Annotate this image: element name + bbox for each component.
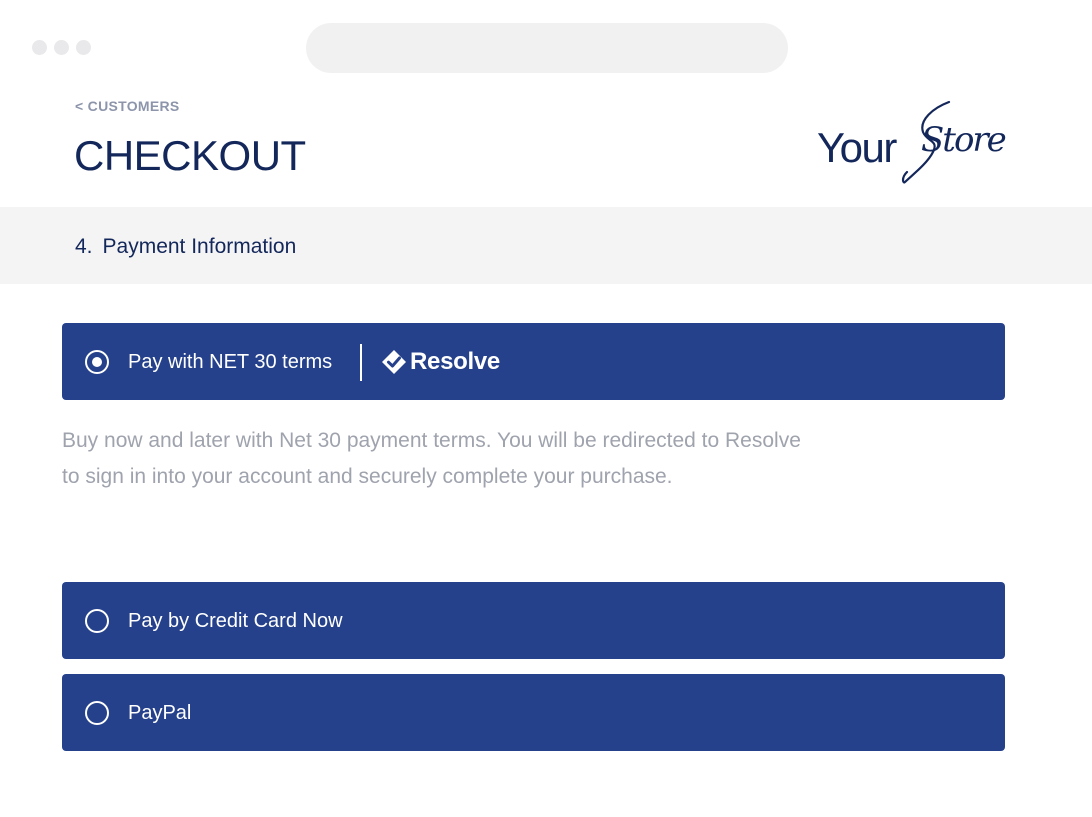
section-number: 4. [75,235,93,258]
logo-text-store: Store [921,120,1007,160]
breadcrumb-customers-link[interactable]: < CUSTOMERS [75,98,180,114]
payment-section-header: 4. Payment Information [0,207,1092,284]
resolve-logo-icon [382,350,406,374]
net30-description-line-2: to sign in into your account and securel… [62,465,673,488]
resolve-brand: Resolve [380,347,500,377]
payment-option-label: Pay with NET 30 terms [128,351,333,373]
payment-option-net30[interactable]: Pay with NET 30 terms Resolve [62,323,1005,400]
address-bar[interactable] [306,23,788,73]
store-logo[interactable]: Your Store [815,98,1007,184]
section-title: 4. Payment Information [75,235,296,259]
resolve-brand-text: Resolve [410,348,500,375]
option-divider [360,344,362,381]
radio-unselected-icon[interactable] [85,609,109,633]
window-minimize-dot[interactable] [54,40,69,55]
window-close-dot[interactable] [32,40,47,55]
payment-option-credit-card[interactable]: Pay by Credit Card Now [62,582,1005,659]
logo-text-your: Your [817,124,897,171]
section-title-text: Payment Information [102,235,297,258]
payment-option-label: PayPal [128,702,192,724]
page-title: CHECKOUT [74,132,306,179]
net30-description-line-1: Buy now and later with Net 30 payment te… [62,429,801,452]
payment-option-label: Pay by Credit Card Now [128,610,343,632]
net30-description: Buy now and later with Net 30 payment te… [62,423,862,495]
payment-option-paypal[interactable]: PayPal [62,674,1005,751]
window-maximize-dot[interactable] [76,40,91,55]
radio-selected-icon[interactable] [85,350,109,374]
radio-unselected-icon[interactable] [85,701,109,725]
window-controls [32,40,91,55]
